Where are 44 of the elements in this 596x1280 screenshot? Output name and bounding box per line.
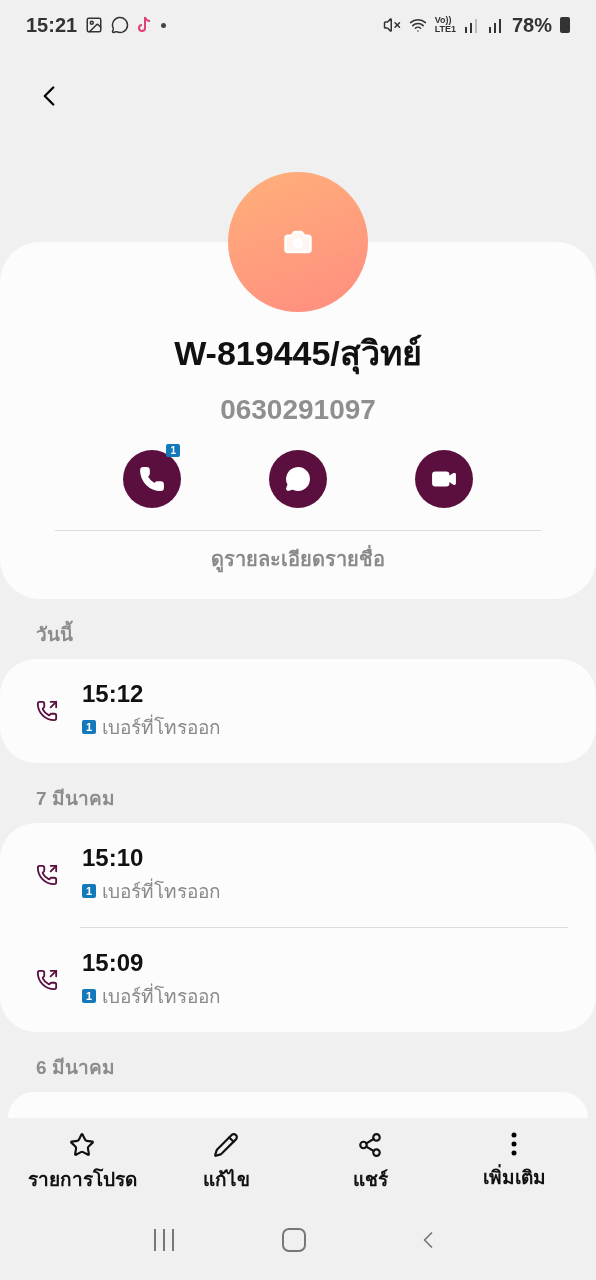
wifi-icon	[408, 16, 427, 34]
sim-badge: 1	[166, 444, 180, 457]
battery-icon	[560, 17, 570, 33]
phone-number: 0630291097	[220, 394, 376, 426]
sim-badge: 1	[82, 989, 97, 1003]
star-button[interactable]: รายการโปรด	[17, 1132, 147, 1206]
date-header: 6 มีนาคม	[35, 1056, 116, 1080]
mute-icon	[382, 16, 401, 34]
recent-apps-icon[interactable]	[154, 1229, 174, 1251]
network-label: LTE1	[434, 25, 456, 34]
sim-badge: 1	[82, 720, 97, 734]
network-label: Vo))	[434, 16, 452, 25]
call-time: 15:09	[82, 949, 145, 977]
contact-name: W-819445/สุวิทย์	[174, 326, 422, 380]
phone-icon	[139, 466, 165, 492]
home-icon[interactable]	[282, 1228, 306, 1252]
outgoing-call-icon	[36, 969, 58, 991]
message-icon	[285, 466, 311, 492]
signal-icon	[463, 17, 480, 33]
date-header: 7 มีนาคม	[35, 787, 116, 811]
sim-badge: 1	[82, 884, 97, 898]
video-call-button[interactable]	[415, 450, 473, 508]
notification-dot	[161, 22, 167, 28]
image-icon	[85, 16, 104, 34]
star-icon	[69, 1132, 95, 1158]
share-button[interactable]: แชร์	[305, 1132, 435, 1206]
signal-icon	[487, 17, 504, 33]
call-type: เบอร์ที่โทรออก	[102, 981, 222, 1011]
outgoing-call-icon	[36, 864, 58, 886]
more-button[interactable]: เพิ่มเติม	[449, 1132, 579, 1206]
call-type: เบอร์ที่โทรออก	[102, 712, 222, 742]
clock: 15:21	[26, 13, 78, 37]
chat-icon	[111, 16, 130, 34]
call-time: 15:10	[82, 844, 145, 872]
pencil-icon	[213, 1132, 239, 1158]
outgoing-call-icon	[36, 700, 58, 722]
date-header: วันนี้	[0, 599, 596, 659]
call-type: เบอร์ที่โทรออก	[102, 876, 222, 906]
more-icon	[511, 1132, 517, 1156]
message-button[interactable]	[269, 450, 327, 508]
share-icon	[357, 1132, 383, 1158]
edit-button[interactable]: แก้ไข	[161, 1132, 291, 1206]
battery-percent: 78%	[511, 13, 552, 37]
call-time: 15:12	[82, 680, 145, 708]
